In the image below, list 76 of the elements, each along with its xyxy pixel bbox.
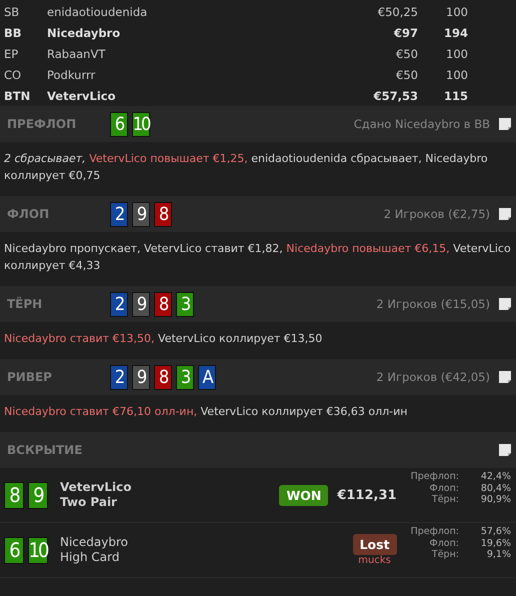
playing-card: A xyxy=(198,364,216,390)
player-name: Nicedaybro xyxy=(60,535,128,550)
stack-amount: €57,53 xyxy=(372,88,418,102)
equity-label: Тёрн: xyxy=(430,549,459,560)
playing-card: 6 xyxy=(110,112,128,136)
won-amount: €112,31 xyxy=(337,488,397,502)
street-title: РИВЕР xyxy=(7,370,53,384)
player-name: Podkurrr xyxy=(47,68,96,82)
player-name: VetervLico xyxy=(60,480,132,495)
player-name: VetervLico xyxy=(47,88,117,102)
note-icon[interactable] xyxy=(498,117,512,131)
note-icon[interactable] xyxy=(498,443,512,457)
street-title: ПРЕФЛОП xyxy=(7,117,78,131)
playing-card: 10 xyxy=(132,112,150,136)
equity-value: 90,9% xyxy=(480,494,511,506)
playing-card: 6 xyxy=(4,536,24,564)
result-badge: Lost xyxy=(352,534,397,555)
stack-amount: €50 xyxy=(395,46,418,60)
equity-label: Флоп: xyxy=(428,482,459,494)
position-label: BB xyxy=(4,26,23,40)
big-blinds: 100 xyxy=(445,68,468,82)
street-title: ТЁРН xyxy=(7,297,44,311)
playing-card: 2 xyxy=(110,292,128,316)
playing-card: 10 xyxy=(28,536,48,564)
playing-card: 8 xyxy=(154,202,172,226)
hand-rank: Two Pair xyxy=(60,495,118,510)
playing-card: 8 xyxy=(154,364,172,390)
equity-value: 80,4% xyxy=(480,482,511,494)
playing-card: 8 xyxy=(154,292,172,316)
pot-info: Сдано Nicedaybro в BB xyxy=(354,117,490,131)
equity-label: Флоп: xyxy=(428,538,459,549)
note-icon[interactable] xyxy=(498,297,512,311)
playing-card: 9 xyxy=(28,482,48,508)
big-blinds: 100 xyxy=(445,46,468,60)
action-log: Nicedaybro ставит €13,50, VetervLico коллирует €13,50 xyxy=(4,331,324,347)
pot-info: 2 Игроков (€15,05) xyxy=(376,297,490,311)
playing-card: 9 xyxy=(132,202,150,226)
player-name: Nicedaybro xyxy=(47,26,122,40)
position-label: SB xyxy=(4,4,20,18)
hand-rank: High Card xyxy=(60,550,120,565)
note-icon[interactable] xyxy=(498,370,512,384)
equity-value: 42,4% xyxy=(480,471,511,482)
playing-card: 2 xyxy=(110,364,128,390)
big-blinds: 100 xyxy=(445,4,468,18)
street-title: ФЛОП xyxy=(7,207,50,221)
playing-card: 8 xyxy=(4,482,24,508)
action-log: Nicedaybro пропускает, VetervLico ставит €1,82, Nicedaybro повышает €6,15, VetervLico коллирует €4,33 xyxy=(4,241,512,274)
equity-label: Префлоп: xyxy=(410,526,459,538)
stack-amount: €50 xyxy=(395,68,418,82)
pot-info: 2 Игроков (€2,75) xyxy=(384,207,490,221)
action-log: Nicedaybro ставит €76,10 олл-ин, VetervLico коллирует €36,63 олл-ин xyxy=(4,404,408,420)
action-log: 2 сбрасывает, VetervLico повышает €1,25, enidaotioudenida сбрасывает, Nicedaybro коллирует €0,75 xyxy=(4,151,489,184)
note-icon[interactable] xyxy=(498,207,512,221)
player-name: RabaanVT xyxy=(47,46,106,60)
playing-card: 9 xyxy=(132,292,150,316)
big-blinds: 115 xyxy=(442,88,468,102)
stack-amount: €97 xyxy=(392,26,418,40)
muck-note: mucks xyxy=(358,555,391,566)
equity-value: 19,6% xyxy=(480,538,511,549)
pot-info: 2 Игроков (€42,05) xyxy=(376,370,490,384)
stack-amount: €50,25 xyxy=(376,4,418,18)
playing-card: 9 xyxy=(132,364,150,390)
playing-card: 2 xyxy=(110,202,128,226)
result-badge: WON xyxy=(279,484,328,506)
equity-value: 57,6% xyxy=(480,526,511,538)
equity-label: Префлоп: xyxy=(410,471,459,482)
showdown-title: ВСКРЫТИЕ xyxy=(7,443,84,457)
big-blinds: 194 xyxy=(442,26,468,40)
playing-card: 3 xyxy=(176,292,194,316)
position-label: BTN xyxy=(4,88,32,102)
position-label: CO xyxy=(4,68,22,82)
player-name: enidaotioudenida xyxy=(47,4,148,18)
equity-value: 9,1% xyxy=(486,549,511,560)
position-label: EP xyxy=(4,46,20,60)
playing-card: 3 xyxy=(176,364,194,390)
equity-label: Тёрн: xyxy=(430,494,459,506)
